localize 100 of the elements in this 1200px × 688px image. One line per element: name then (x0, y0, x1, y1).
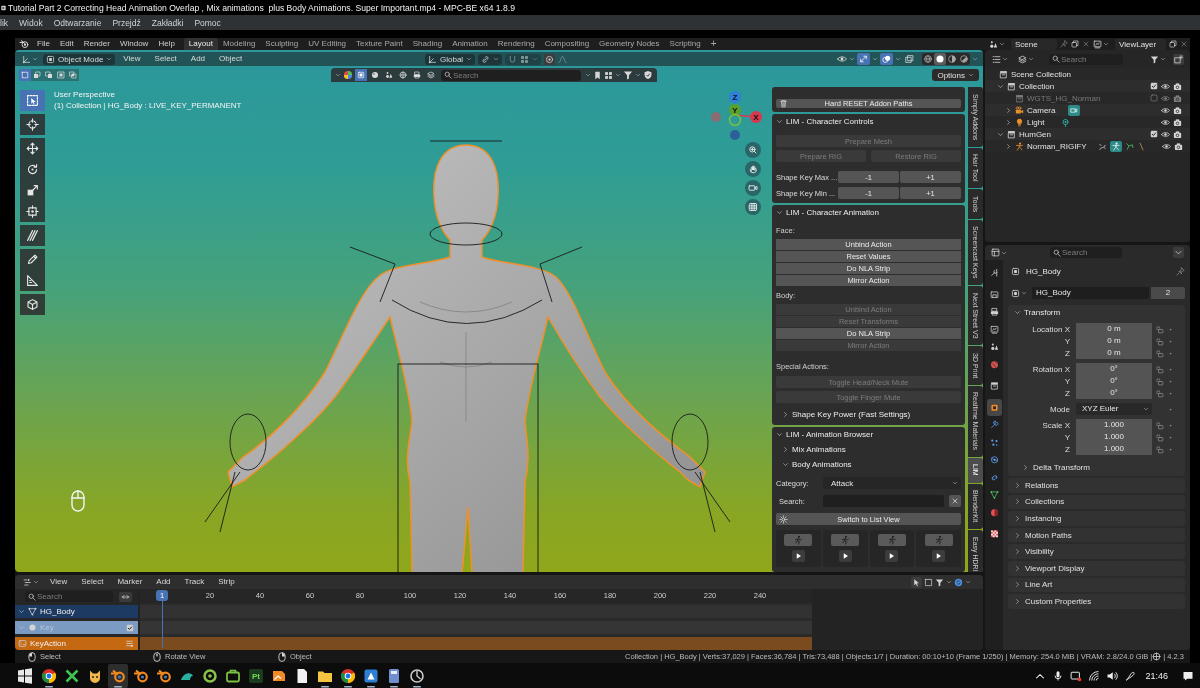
number-field[interactable]: 0 m (1076, 335, 1152, 347)
menu-item[interactable]: Marker (111, 576, 149, 588)
start-icon[interactable] (17, 667, 33, 684)
number-field[interactable]: 0° (1076, 363, 1152, 375)
diagonal-lines-icon[interactable] (20, 225, 45, 246)
chevron-down-icon[interactable] (585, 72, 591, 78)
checkbox-checked-icon[interactable] (1150, 82, 1158, 90)
number-field[interactable]: 0° (1076, 375, 1152, 387)
menu-item[interactable]: Select (75, 576, 110, 588)
close-icon[interactable] (949, 495, 961, 507)
menu-item[interactable]: File (32, 38, 55, 50)
dashed-square-icon[interactable] (924, 577, 933, 587)
panel-header[interactable]: LIM - Animation Browser (776, 427, 961, 441)
channel-row[interactable]: HG_Body (15, 605, 138, 618)
eye-icon[interactable] (1161, 129, 1170, 139)
chevron-down-icon[interactable] (997, 82, 1004, 90)
play-icon[interactable] (932, 550, 946, 562)
workspace-tab[interactable]: UV Editing (303, 38, 352, 50)
filter-icon[interactable] (935, 577, 944, 587)
workspace-tab[interactable]: Modeling (217, 38, 261, 50)
subpanel-header[interactable]: Shape Key Power (Fast Settings) (776, 408, 961, 421)
scene-name-field[interactable]: Scene (1011, 38, 1057, 50)
number-field[interactable]: 1.000 (1076, 443, 1152, 455)
number-field[interactable]: 0 m (1076, 347, 1152, 359)
eye-icon[interactable] (1161, 105, 1170, 115)
diagonal-arrow-icon[interactable] (857, 53, 870, 65)
subpanel-header[interactable]: Mix Animations (776, 443, 961, 456)
video-camera-icon[interactable] (745, 180, 761, 196)
menu-item[interactable]: Select (148, 53, 183, 65)
clock[interactable]: 21:46 (1145, 670, 1168, 681)
ring-logo-icon[interactable] (108, 663, 128, 688)
render-camera-icon[interactable] (1173, 117, 1182, 127)
zoom-icon[interactable] (745, 142, 761, 158)
pin-icon[interactable] (1060, 40, 1068, 48)
padlock-open-icon[interactable] (1155, 324, 1164, 334)
screen-record-icon[interactable] (1070, 669, 1083, 682)
render-camera-icon[interactable] (1173, 141, 1183, 151)
subpanel-header[interactable]: Delta Transform (1008, 461, 1185, 474)
workspace-tab[interactable]: Rendering (492, 38, 540, 50)
menu-item[interactable]: Edit (54, 38, 79, 50)
number-field[interactable]: 1.000 (1076, 431, 1152, 443)
eye-icon[interactable] (837, 54, 847, 64)
padlock-open-icon[interactable] (1155, 444, 1164, 454)
padlock-open-icon[interactable] (1155, 348, 1164, 358)
circle-cross-icon[interactable] (1152, 652, 1162, 661)
panel-header[interactable]: LIM - Character Controls (776, 114, 961, 128)
pose-icon[interactable] (1124, 141, 1134, 151)
select-subtract-icon[interactable] (43, 69, 55, 81)
menu-item[interactable]: Render (78, 38, 115, 50)
orientation-dropdown[interactable]: Global (425, 53, 476, 65)
close-icon[interactable] (1082, 40, 1090, 48)
printer-icon[interactable] (411, 69, 423, 81)
search-field[interactable]: Search (441, 69, 581, 81)
cube-icon[interactable] (20, 294, 45, 315)
outliner-row[interactable]: HumGen (985, 128, 1190, 140)
mode-dropdown[interactable]: XYZ Euler (1076, 403, 1152, 415)
panel-header[interactable]: Viewport Display (1008, 560, 1185, 576)
duplicate-icon[interactable] (1169, 40, 1177, 48)
menu-item[interactable]: Przejdź (112, 17, 141, 28)
outliner-row[interactable]: Camera (985, 104, 1190, 116)
checkbox-checked-icon[interactable] (1150, 130, 1158, 138)
duplicate-icon[interactable] (1071, 40, 1079, 48)
render-camera-icon[interactable] (1173, 129, 1182, 139)
search-field[interactable]: Search (1049, 53, 1123, 65)
shapes-icon[interactable] (383, 69, 395, 81)
chevron-down-icon[interactable] (635, 72, 641, 78)
panel-header[interactable]: Instancing (1008, 511, 1185, 526)
proportional-edit-icon[interactable] (544, 53, 556, 65)
panel-header[interactable]: Collections (1008, 494, 1185, 510)
padlock-open-icon[interactable] (1155, 364, 1164, 374)
render-camera-icon[interactable] (1173, 81, 1182, 91)
menu-item[interactable]: Object (213, 53, 249, 65)
layers-icon[interactable] (425, 69, 437, 81)
select-invert-icon[interactable] (55, 69, 67, 81)
search-field[interactable]: Search (1050, 247, 1122, 258)
add-workspace-button[interactable]: + (705, 38, 722, 50)
solid-sphere-icon[interactable] (934, 53, 946, 65)
panel-header[interactable]: Relations (1008, 478, 1185, 493)
logo-icon[interactable] (19, 39, 29, 49)
pencil-icon[interactable] (20, 249, 45, 270)
menu-item[interactable]: lik (0, 17, 9, 28)
close-icon[interactable] (1180, 40, 1188, 48)
panel-header[interactable]: Visibility (1008, 544, 1185, 559)
workspace-tab[interactable]: Sculpting (260, 38, 304, 50)
chevron-down-icon[interactable] (335, 72, 341, 78)
user-count-field[interactable]: 2 (1151, 287, 1185, 299)
view-layer-name-field[interactable]: ViewLayer (1115, 38, 1166, 50)
navigation-gizmo[interactable]: Z Y X (709, 90, 763, 142)
play-icon[interactable] (885, 550, 899, 562)
menu-item[interactable]: Strip (212, 576, 241, 588)
render-camera-icon[interactable] (1173, 105, 1182, 115)
snap-dropdown[interactable] (505, 53, 542, 65)
play-icon[interactable] (838, 550, 852, 562)
eye-icon[interactable] (1161, 81, 1170, 91)
speaker-icon[interactable] (1106, 669, 1119, 682)
chevron-down-icon[interactable] (965, 579, 971, 585)
overlapping-squares-icon[interactable] (903, 53, 916, 65)
pivot-dropdown[interactable] (478, 53, 503, 65)
shaded-sphere-icon[interactable] (958, 53, 970, 65)
padlock-open-icon[interactable] (1155, 388, 1164, 398)
